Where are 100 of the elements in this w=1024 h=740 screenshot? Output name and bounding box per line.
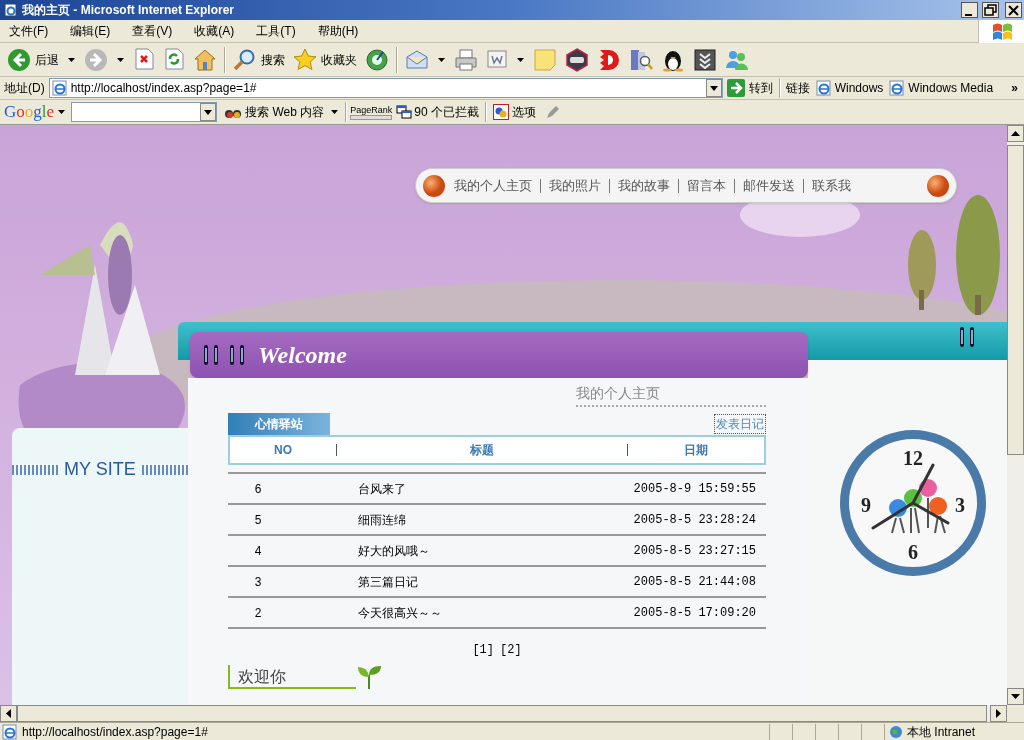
options-button[interactable]: 选项 <box>492 103 536 121</box>
refresh-icon[interactable] <box>163 47 185 72</box>
links-label: 链接 <box>785 80 810 97</box>
menu-item[interactable]: 工具(T) <box>251 22 301 40</box>
caret-icon[interactable] <box>117 57 124 62</box>
star-icon <box>293 47 317 72</box>
printer-icon[interactable] <box>454 47 478 72</box>
scroll-right-button[interactable] <box>990 705 1007 722</box>
search-button[interactable]: 搜索 <box>230 44 288 75</box>
section-heading: 欢迎你 <box>228 665 356 689</box>
status-url: http://localhost/index.asp?page=1# <box>22 723 209 740</box>
page-icon <box>815 80 832 96</box>
web-search-button[interactable]: 搜索 Web 内容 <box>221 103 328 121</box>
ball-icon <box>926 173 950 198</box>
page-icon <box>51 80 68 96</box>
ring-icon <box>228 345 246 365</box>
nav-link[interactable]: 留言本 <box>687 175 726 196</box>
scrollbar-corner <box>1007 705 1024 722</box>
scroll-up-button[interactable] <box>1007 125 1024 142</box>
nav-link[interactable]: 我的照片 <box>549 175 601 196</box>
diary-title-link[interactable]: 台风来了 <box>358 479 634 498</box>
scroll-thumb[interactable] <box>1007 145 1024 455</box>
menu-item[interactable]: 编辑(E) <box>65 22 116 40</box>
diary-title-link[interactable]: 今天很高兴～～ <box>358 603 634 622</box>
restore-button[interactable] <box>982 2 999 18</box>
close-button[interactable] <box>1005 2 1022 18</box>
column-header: 日期 <box>684 442 708 459</box>
search-icon <box>233 47 257 72</box>
page-link[interactable]: [2] <box>500 641 522 659</box>
options-icon <box>492 104 509 120</box>
table-cell-text: 4 <box>253 542 263 560</box>
table-cell-text: 3 <box>253 573 263 591</box>
go-arrow-icon <box>726 79 745 97</box>
column-header: NO <box>274 442 292 459</box>
ball-icon <box>422 173 446 198</box>
table-cell-text: 2005-8-5 23:27:15 <box>633 542 756 560</box>
badge-icon[interactable] <box>565 47 589 72</box>
welcome-title: Welcome <box>258 341 347 370</box>
pagerank-label: PageRank <box>350 104 393 115</box>
ring-icon <box>202 345 220 365</box>
star-button[interactable]: 收藏夹 <box>290 44 360 75</box>
table-cell-text: 2005-8-5 17:09:20 <box>633 604 756 622</box>
menu-item[interactable]: 文件(F) <box>4 22 54 40</box>
ring-icon <box>958 327 976 347</box>
caret-icon[interactable] <box>58 110 66 114</box>
search-field[interactable] <box>71 102 218 122</box>
download-icon[interactable] <box>693 47 717 72</box>
window-title: 我的主页 - Microsoft Internet Explorer <box>22 2 235 19</box>
table-cell-text: 5 <box>253 511 263 529</box>
table-cell-text: 2 <box>253 604 263 622</box>
caret-icon[interactable] <box>438 57 445 62</box>
home-icon[interactable] <box>193 47 217 72</box>
caret-icon[interactable] <box>517 57 524 62</box>
menu-item[interactable]: 收藏(A) <box>189 22 240 40</box>
table-cell-text: 2005-8-5 23:28:24 <box>633 511 756 529</box>
google-logo[interactable]: Google <box>4 99 70 125</box>
sidebar-title: MY SITE <box>64 458 136 481</box>
scroll-down-button[interactable] <box>1007 688 1024 705</box>
address-label: 地址(D) <box>4 80 45 97</box>
go-button[interactable]: 转到 <box>722 77 777 99</box>
minimize-button[interactable] <box>961 2 978 18</box>
diary-title-link[interactable]: 第三篇日记 <box>358 572 634 591</box>
nav-link[interactable]: 我的故事 <box>618 175 670 196</box>
menu-item[interactable]: 查看(V) <box>127 22 178 40</box>
clock-numeral: 12 <box>903 448 923 468</box>
page-link[interactable]: [1] <box>472 641 494 659</box>
page-icon <box>889 80 906 96</box>
scroll-left-button[interactable] <box>0 705 17 722</box>
clock-numeral: 3 <box>955 495 965 515</box>
address-field[interactable]: http://localhost/index.asp?page=1# <box>48 78 723 98</box>
diary-title-link[interactable]: 细雨连绵 <box>358 510 634 529</box>
scroll-thumb[interactable] <box>17 705 987 722</box>
menu-item[interactable]: 帮助(H) <box>312 22 364 40</box>
table-cell-text: 6 <box>253 480 263 498</box>
post-diary-link[interactable]: 发表日记 <box>714 414 766 434</box>
diary-title-link[interactable]: 好大的风哦～ <box>358 541 634 560</box>
page-icon <box>2 723 18 740</box>
table-cell-text: 2005-8-5 21:44:08 <box>633 573 756 591</box>
pagerank-bar <box>350 114 393 120</box>
windows-icon <box>396 105 413 119</box>
caret-icon[interactable] <box>68 57 75 62</box>
link-button[interactable]: Windows <box>812 79 887 97</box>
link-button[interactable]: Windows Media <box>886 79 997 97</box>
stop-icon[interactable] <box>133 47 155 72</box>
popup-blocker-button[interactable]: 90 个已拦截 <box>396 103 479 121</box>
caret-icon[interactable] <box>331 110 339 114</box>
book-magnifier-icon[interactable] <box>629 47 653 72</box>
more-links-button[interactable]: » <box>1011 79 1024 97</box>
clock-numeral: 9 <box>861 495 871 515</box>
back-button[interactable]: 后退 <box>4 44 62 75</box>
nav-link[interactable]: 邮件发送 <box>743 175 795 196</box>
stripe-decoration <box>12 464 58 475</box>
nav-link[interactable]: 我的个人主页 <box>454 175 532 196</box>
table-cell-text: 2005-8-9 15:59:55 <box>633 480 756 498</box>
back-icon <box>7 47 31 72</box>
security-zone: 本地 Intranet <box>907 723 976 740</box>
flag-logo-icon <box>990 21 1013 41</box>
disc-icon[interactable] <box>365 47 389 72</box>
nav-link[interactable]: 联系我 <box>812 175 851 196</box>
stripe-decoration <box>141 464 188 475</box>
